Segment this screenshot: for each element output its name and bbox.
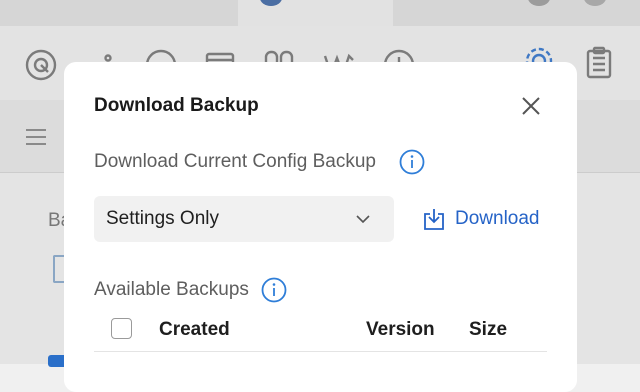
select-value: Settings Only: [106, 208, 219, 229]
clipboard-icon: [586, 46, 612, 79]
wifi-icon: [25, 49, 57, 81]
info-icon[interactable]: [261, 277, 287, 303]
table-divider: [94, 351, 547, 352]
info-icon[interactable]: [399, 149, 425, 175]
column-size[interactable]: Size: [469, 319, 507, 341]
close-icon[interactable]: [519, 94, 543, 118]
background-avatar-2: [584, 0, 606, 6]
column-version[interactable]: Version: [366, 319, 435, 341]
select-all-checkbox[interactable]: [111, 318, 132, 339]
column-created[interactable]: Created: [159, 319, 230, 341]
backups-table-header: Created Version Size: [94, 314, 547, 348]
current-config-label: Download Current Config Backup: [94, 151, 376, 172]
background-top-bar: [0, 0, 640, 26]
download-icon: [424, 209, 444, 230]
download-backup-modal: Download Backup Download Current Config …: [64, 62, 577, 392]
modal-title: Download Backup: [94, 95, 259, 116]
background-active-tab: [238, 0, 393, 26]
backup-type-select[interactable]: Settings Only: [94, 196, 394, 242]
download-label: Download: [455, 208, 540, 229]
menu-icon: [26, 129, 46, 145]
available-backups-label: Available Backups: [94, 279, 249, 300]
background-tab-dot: [260, 0, 282, 6]
background-avatar: [528, 0, 550, 6]
chevron-down-icon: [356, 215, 370, 224]
